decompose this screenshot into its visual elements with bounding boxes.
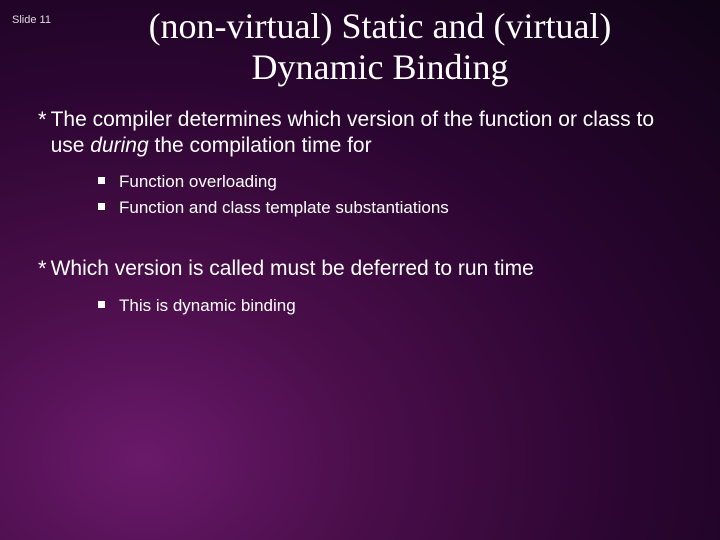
slide-body: * The compiler determines which version … <box>0 89 720 318</box>
bullet-1-sublist: Function overloading Function and class … <box>38 165 690 220</box>
bullet-1-italic: during <box>90 134 148 157</box>
bullet-1-sub-1-text: Function overloading <box>119 169 277 195</box>
bullet-2: * Which version is called must be deferr… <box>38 256 690 282</box>
bullet-2-sub-1-text: This is dynamic binding <box>119 293 296 319</box>
square-bullet-icon <box>98 301 105 308</box>
slide-number: Slide 11 <box>12 14 51 26</box>
title-line-1: (non-virtual) Static and (virtual) <box>149 6 612 46</box>
asterisk-icon: * <box>38 256 47 282</box>
bullet-1-text: The compiler determines which version of… <box>51 107 690 160</box>
square-bullet-icon <box>98 177 105 184</box>
bullet-1: * The compiler determines which version … <box>38 107 690 160</box>
bullet-1-sub-2: Function and class template substantiati… <box>98 195 690 221</box>
bullet-2-sublist: This is dynamic binding <box>38 289 690 319</box>
bullet-2-text: Which version is called must be deferred… <box>51 256 690 282</box>
square-bullet-icon <box>98 203 105 210</box>
bullet-2-sub-1: This is dynamic binding <box>98 293 690 319</box>
asterisk-icon: * <box>38 107 47 133</box>
bullet-1-sub-2-text: Function and class template substantiati… <box>119 195 449 221</box>
slide-title: (non-virtual) Static and (virtual) Dynam… <box>0 0 720 89</box>
bullet-1-sub-1: Function overloading <box>98 169 690 195</box>
title-line-2: Dynamic Binding <box>252 47 509 87</box>
bullet-1-post: the compilation time for <box>149 134 372 157</box>
